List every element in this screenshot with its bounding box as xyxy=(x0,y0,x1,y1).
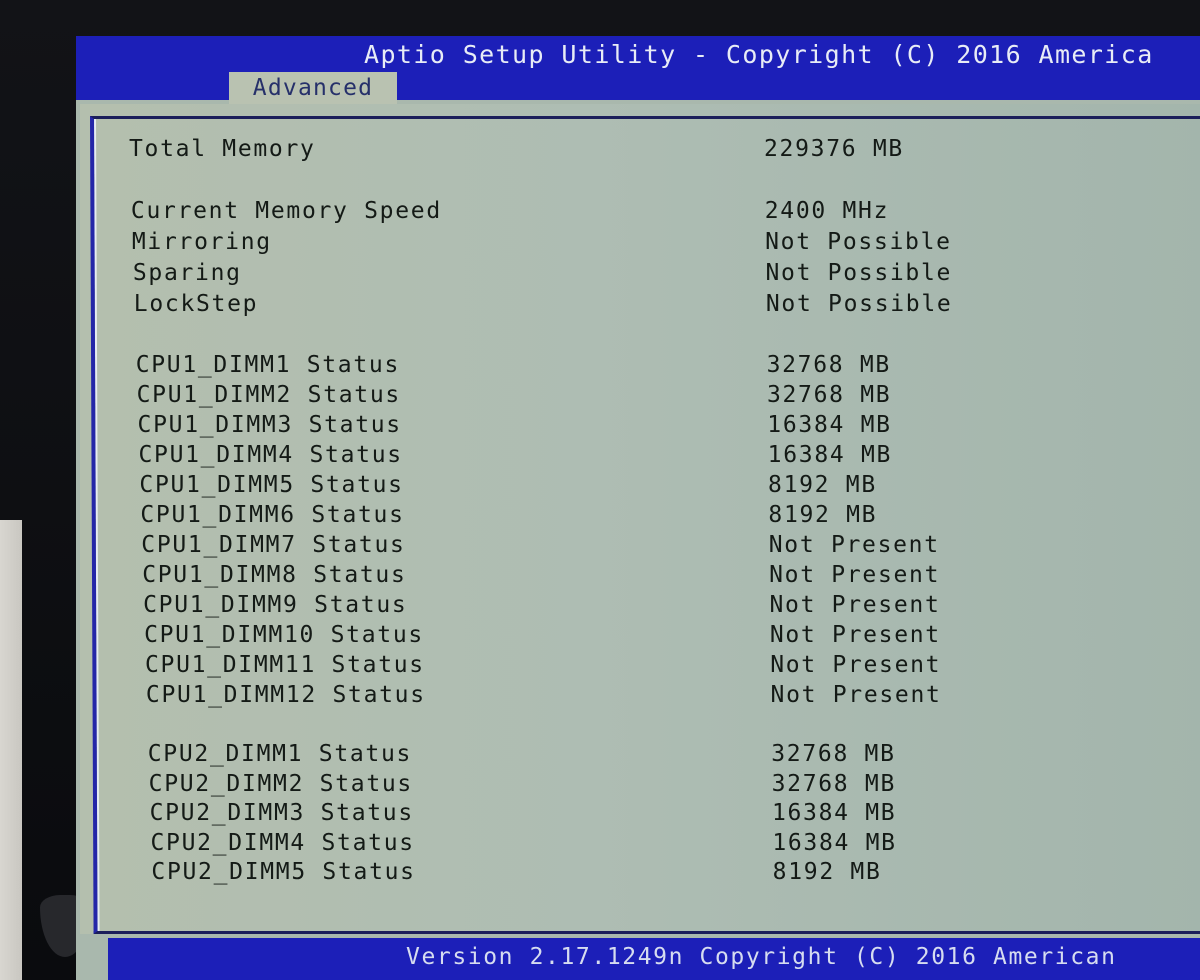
row-value: 2400 MHz xyxy=(764,198,890,224)
row-value: 16384 MB xyxy=(767,412,892,438)
row-label: CPU1_DIMM9 Status xyxy=(143,592,408,618)
row-label: CPU1_DIMM6 Status xyxy=(140,502,405,528)
row-label: Sparing xyxy=(132,260,242,286)
row-label: CPU2_DIMM4 Status xyxy=(150,829,415,856)
row-value: 32768 MB xyxy=(766,382,892,408)
row-value: Not Present xyxy=(769,562,941,588)
row-value: Not Possible xyxy=(765,260,953,286)
row-label: CPU1_DIMM10 Status xyxy=(144,622,424,648)
app-title: Aptio Setup Utility - Copyright (C) 2016… xyxy=(364,40,1154,69)
row-label: CPU1_DIMM1 Status xyxy=(135,352,400,378)
row-value: Not Present xyxy=(770,682,942,708)
row-label: CPU1_DIMM5 Status xyxy=(139,472,404,498)
row-value: 32768 MB xyxy=(771,741,896,767)
row-label: CPU2_DIMM5 Status xyxy=(151,859,416,885)
row-value: 16384 MB xyxy=(771,800,897,826)
bios-screen: Aptio Setup Utility - Copyright (C) 2016… xyxy=(76,36,1200,980)
row-value: 32768 MB xyxy=(766,352,891,378)
row-value: 8192 MB xyxy=(768,502,878,528)
row-label: CPU1_DIMM8 Status xyxy=(142,562,407,588)
row-label: LockStep xyxy=(133,291,259,317)
row-label: Current Memory Speed xyxy=(130,198,442,224)
row-label: CPU1_DIMM2 Status xyxy=(136,382,401,408)
row-value: Not Present xyxy=(769,622,941,648)
row-value: 229376 MB xyxy=(764,136,904,162)
status-bar: Version 2.17.1249n Copyright (C) 2016 Am… xyxy=(108,938,1200,980)
row-label: Total Memory xyxy=(129,136,316,162)
row-label: CPU1_DIMM11 Status xyxy=(144,652,425,678)
row-value: Not Possible xyxy=(765,229,952,255)
row-value: Not Present xyxy=(770,652,942,678)
row-label: CPU2_DIMM1 Status xyxy=(147,741,413,767)
row-value: 32768 MB xyxy=(771,770,896,797)
row-label: CPU1_DIMM4 Status xyxy=(138,442,403,468)
row-value: 16384 MB xyxy=(767,442,893,468)
version-text: Version 2.17.1249n Copyright (C) 2016 Am… xyxy=(406,944,1117,970)
row-value: 8192 MB xyxy=(772,859,882,885)
row-label: Mirroring xyxy=(131,229,272,255)
row-value: 8192 MB xyxy=(768,472,877,498)
row-label: CPU1_DIMM3 Status xyxy=(137,412,402,438)
row-label: CPU1_DIMM7 Status xyxy=(141,532,406,558)
row-label: CPU1_DIMM12 Status xyxy=(145,682,426,708)
row-value: Not Present xyxy=(769,592,941,618)
row-value: Not Present xyxy=(768,532,940,558)
row-value: 16384 MB xyxy=(772,829,897,856)
row-value: Not Possible xyxy=(765,291,953,317)
background-wall xyxy=(0,520,22,980)
row-label: CPU2_DIMM3 Status xyxy=(149,800,414,826)
row-label: CPU2_DIMM2 Status xyxy=(148,770,413,797)
tab-advanced[interactable]: Advanced xyxy=(229,72,397,104)
